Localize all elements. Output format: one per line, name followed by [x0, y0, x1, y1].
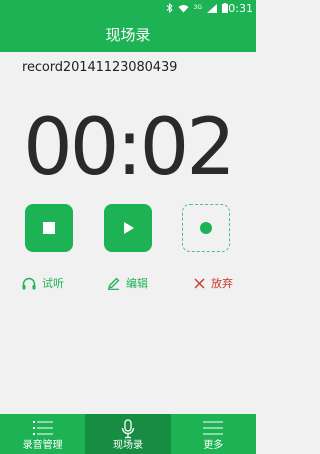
- recording-file-name: record20141123080439: [22, 60, 178, 75]
- menu-icon: [203, 421, 224, 435]
- status-bar: 3G 20:31: [0, 0, 256, 18]
- pencil-icon: [107, 277, 120, 290]
- signal-icon: [207, 3, 217, 13]
- list-icon: [32, 421, 53, 435]
- record-button[interactable]: [182, 204, 230, 252]
- nav-item-recordings[interactable]: 录音管理: [0, 414, 85, 454]
- nav-item-live-record[interactable]: 现场录: [85, 414, 171, 454]
- discard-label: 放弃: [211, 277, 233, 290]
- network-type: 3G: [193, 4, 202, 11]
- bottom-nav: 录音管理 现场录 更多: [0, 414, 256, 454]
- page-title: 现场录: [105, 26, 151, 44]
- nav-label-live-record: 现场录: [112, 440, 143, 451]
- status-clock: 20:31: [221, 2, 253, 15]
- nav-label-recordings: 录音管理: [22, 440, 63, 451]
- wifi-icon: [178, 4, 189, 12]
- stop-icon: [43, 222, 55, 234]
- edit-button[interactable]: 编辑: [107, 275, 148, 291]
- elapsed-timer: 00:02: [23, 103, 236, 193]
- nav-label-more: 更多: [203, 440, 224, 451]
- discard-button[interactable]: 放弃: [194, 275, 233, 291]
- play-icon: [124, 222, 134, 234]
- close-icon: [194, 278, 205, 288]
- headphones-icon: [22, 277, 36, 289]
- app-bar: 现场录: [0, 18, 256, 52]
- bluetooth-icon: [166, 3, 173, 13]
- edit-label: 编辑: [126, 277, 148, 290]
- play-button[interactable]: [104, 204, 152, 252]
- record-icon: [200, 222, 212, 234]
- listen-button[interactable]: 试听: [22, 275, 64, 291]
- listen-label: 试听: [42, 277, 64, 290]
- nav-item-more[interactable]: 更多: [171, 414, 256, 454]
- stop-button[interactable]: [25, 204, 73, 252]
- status-icons: 3G: [166, 3, 228, 13]
- microphone-icon: [121, 419, 135, 439]
